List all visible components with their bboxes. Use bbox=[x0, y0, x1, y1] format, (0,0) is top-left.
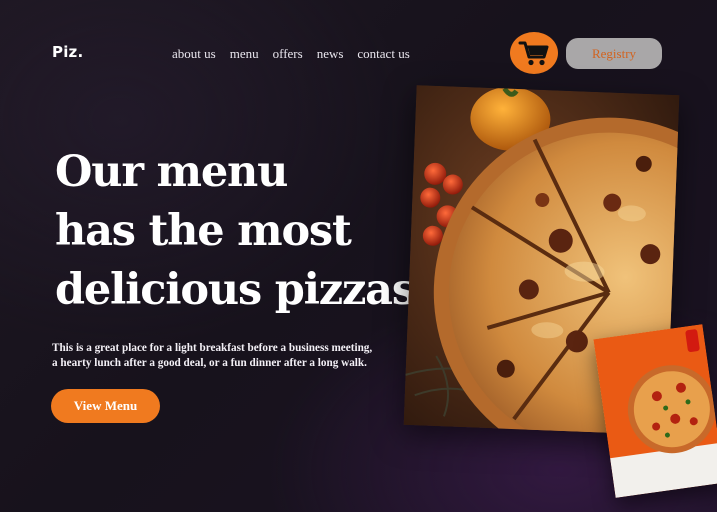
nav-item-menu[interactable]: menu bbox=[230, 46, 259, 62]
nav-item-offers[interactable]: offers bbox=[273, 46, 303, 62]
pizza-top-view-image bbox=[593, 324, 717, 498]
pizza-photo-small bbox=[593, 324, 717, 498]
headline-line-3: delicious pizzas bbox=[55, 265, 416, 315]
brand-logo[interactable]: Piz. bbox=[52, 43, 83, 61]
nav-item-contact-us[interactable]: contact us bbox=[357, 46, 409, 62]
view-menu-button[interactable]: View Menu bbox=[51, 389, 160, 423]
headline-line-1: Our menu bbox=[55, 147, 288, 197]
registry-button[interactable]: Registry bbox=[566, 38, 662, 69]
nav-item-about-us[interactable]: about us bbox=[172, 46, 216, 62]
shopping-cart-icon bbox=[518, 41, 549, 66]
headline-line-2: has the most bbox=[55, 206, 352, 256]
hero-headline: Our menu has the most delicious pizzas bbox=[55, 143, 416, 320]
cart-button[interactable] bbox=[510, 32, 558, 74]
description-line-1: This is a great place for a light breakf… bbox=[52, 342, 373, 354]
description-line-2: a hearty lunch after a good deal, or a f… bbox=[52, 357, 367, 369]
main-nav: about us menu offers news contact us bbox=[172, 46, 424, 62]
hero-description: This is a great place for a light breakf… bbox=[52, 341, 402, 371]
nav-item-news[interactable]: news bbox=[317, 46, 344, 62]
